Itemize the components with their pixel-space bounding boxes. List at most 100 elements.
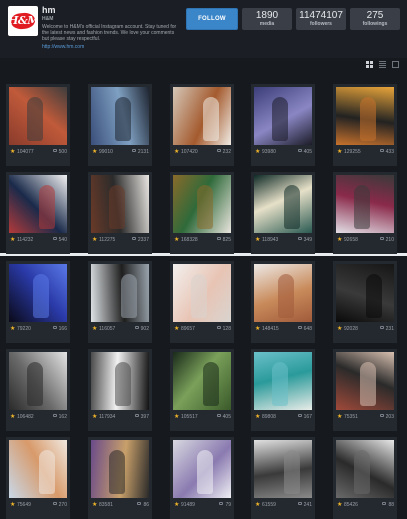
favorite-star-icon[interactable]: ★ — [10, 236, 15, 243]
favorite-star-icon[interactable]: ★ — [174, 413, 179, 420]
post-thumbnail[interactable] — [91, 87, 149, 145]
media-post[interactable]: ★ 89657 128 — [170, 261, 234, 343]
favorite-star-icon[interactable]: ★ — [10, 413, 15, 420]
media-post[interactable]: ★ 89808 167 — [251, 349, 315, 431]
favorite-star-icon[interactable]: ★ — [337, 325, 342, 332]
post-thumbnail[interactable] — [336, 352, 394, 410]
favorite-star-icon[interactable]: ★ — [255, 501, 260, 508]
post-thumbnail[interactable] — [254, 264, 312, 322]
favorite-star-icon[interactable]: ★ — [92, 413, 97, 420]
media-post[interactable]: ★ 116057 902 — [88, 261, 152, 343]
single-view-icon[interactable] — [392, 61, 399, 68]
post-thumbnail[interactable] — [91, 352, 149, 410]
post-thumbnail[interactable] — [173, 175, 231, 233]
post-thumbnail[interactable] — [173, 440, 231, 498]
post-thumbnail[interactable] — [254, 87, 312, 145]
media-count-box[interactable]: 1890 media — [242, 8, 292, 30]
post-thumbnail[interactable] — [91, 440, 149, 498]
photo-subject — [272, 362, 288, 406]
favorite-star-icon[interactable]: ★ — [10, 501, 15, 508]
favorite-star-icon[interactable]: ★ — [92, 501, 97, 508]
post-thumbnail[interactable] — [336, 264, 394, 322]
post-thumbnail[interactable] — [254, 440, 312, 498]
post-thumbnail[interactable] — [173, 352, 231, 410]
media-post[interactable]: ★ 112275 2337 — [88, 172, 152, 254]
like-count: 107420 — [181, 149, 198, 155]
profile-username: hm — [42, 5, 56, 15]
follow-button[interactable]: FOLLOW — [186, 8, 238, 30]
grid-view-icon[interactable] — [366, 61, 373, 68]
media-post[interactable]: ★ 99010 2131 — [88, 84, 152, 166]
followings-count-box[interactable]: 275 followings — [350, 8, 400, 30]
post-stats: ★ 93980 405 — [254, 149, 312, 157]
post-thumbnail[interactable] — [336, 87, 394, 145]
favorite-star-icon[interactable]: ★ — [174, 325, 179, 332]
post-stats: ★ 92658 210 — [336, 237, 394, 245]
favorite-star-icon[interactable]: ★ — [337, 413, 342, 420]
post-thumbnail[interactable] — [254, 175, 312, 233]
media-post[interactable]: ★ 93980 405 — [251, 84, 315, 166]
media-post[interactable]: ★ 85426 88 — [333, 437, 397, 519]
comment-count: 232 — [222, 149, 231, 155]
like-count: 93980 — [262, 149, 276, 155]
like-count: 104077 — [17, 149, 34, 155]
media-post[interactable]: ★ 148415 648 — [251, 261, 315, 343]
post-thumbnail[interactable] — [173, 264, 231, 322]
favorite-star-icon[interactable]: ★ — [10, 325, 15, 332]
like-count: 92658 — [344, 237, 358, 243]
post-thumbnail[interactable] — [9, 175, 67, 233]
post-thumbnail[interactable] — [9, 352, 67, 410]
media-post[interactable]: ★ 75351 203 — [333, 349, 397, 431]
profile-website-link[interactable]: http://www.hm.com — [42, 44, 84, 50]
profile-avatar[interactable]: H&M — [8, 6, 38, 36]
media-post[interactable]: ★ 92658 210 — [333, 172, 397, 254]
media-post[interactable]: ★ 117934 397 — [88, 349, 152, 431]
post-thumbnail[interactable] — [91, 264, 149, 322]
post-thumbnail[interactable] — [336, 175, 394, 233]
favorite-star-icon[interactable]: ★ — [255, 413, 260, 420]
post-thumbnail[interactable] — [336, 440, 394, 498]
favorite-star-icon[interactable]: ★ — [92, 148, 97, 155]
media-post[interactable]: ★ 168328 825 — [170, 172, 234, 254]
media-post[interactable]: ★ 92028 231 — [333, 261, 397, 343]
media-label: media — [259, 20, 275, 27]
followers-count-box[interactable]: 11474107 followers — [296, 8, 346, 30]
post-thumbnail[interactable] — [254, 352, 312, 410]
media-post[interactable]: ★ 105517 405 — [170, 349, 234, 431]
favorite-star-icon[interactable]: ★ — [337, 148, 342, 155]
media-post[interactable]: ★ 106482 162 — [6, 349, 70, 431]
list-view-icon[interactable] — [379, 61, 386, 68]
favorite-star-icon[interactable]: ★ — [255, 325, 260, 332]
media-post[interactable]: ★ 83581 86 — [88, 437, 152, 519]
favorite-star-icon[interactable]: ★ — [10, 148, 15, 155]
post-thumbnail[interactable] — [91, 175, 149, 233]
media-post[interactable]: ★ 129255 433 — [333, 84, 397, 166]
favorite-star-icon[interactable]: ★ — [174, 148, 179, 155]
media-post[interactable]: ★ 107420 232 — [170, 84, 234, 166]
post-thumbnail[interactable] — [9, 440, 67, 498]
favorite-star-icon[interactable]: ★ — [92, 325, 97, 332]
favorite-star-icon[interactable]: ★ — [174, 236, 179, 243]
media-post[interactable]: ★ 104077 500 — [6, 84, 70, 166]
favorite-star-icon[interactable]: ★ — [337, 501, 342, 508]
comment-count: 210 — [385, 237, 394, 243]
favorite-star-icon[interactable]: ★ — [255, 148, 260, 155]
post-thumbnail[interactable] — [9, 264, 67, 322]
photo-subject — [272, 97, 288, 141]
favorite-star-icon[interactable]: ★ — [92, 236, 97, 243]
comment-count: 397 — [140, 414, 149, 420]
favorite-star-icon[interactable]: ★ — [174, 501, 179, 508]
media-post[interactable]: ★ 91489 79 — [170, 437, 234, 519]
photo-subject — [109, 185, 125, 229]
media-post[interactable]: ★ 118943 349 — [251, 172, 315, 254]
post-thumbnail[interactable] — [9, 87, 67, 145]
favorite-star-icon[interactable]: ★ — [255, 236, 260, 243]
post-thumbnail[interactable] — [173, 87, 231, 145]
like-count: 89808 — [262, 414, 276, 420]
media-post[interactable]: ★ 79220 166 — [6, 261, 70, 343]
comment-count: 349 — [303, 237, 312, 243]
media-post[interactable]: ★ 75649 270 — [6, 437, 70, 519]
media-post[interactable]: ★ 61559 241 — [251, 437, 315, 519]
media-post[interactable]: ★ 114232 540 — [6, 172, 70, 254]
favorite-star-icon[interactable]: ★ — [337, 236, 342, 243]
